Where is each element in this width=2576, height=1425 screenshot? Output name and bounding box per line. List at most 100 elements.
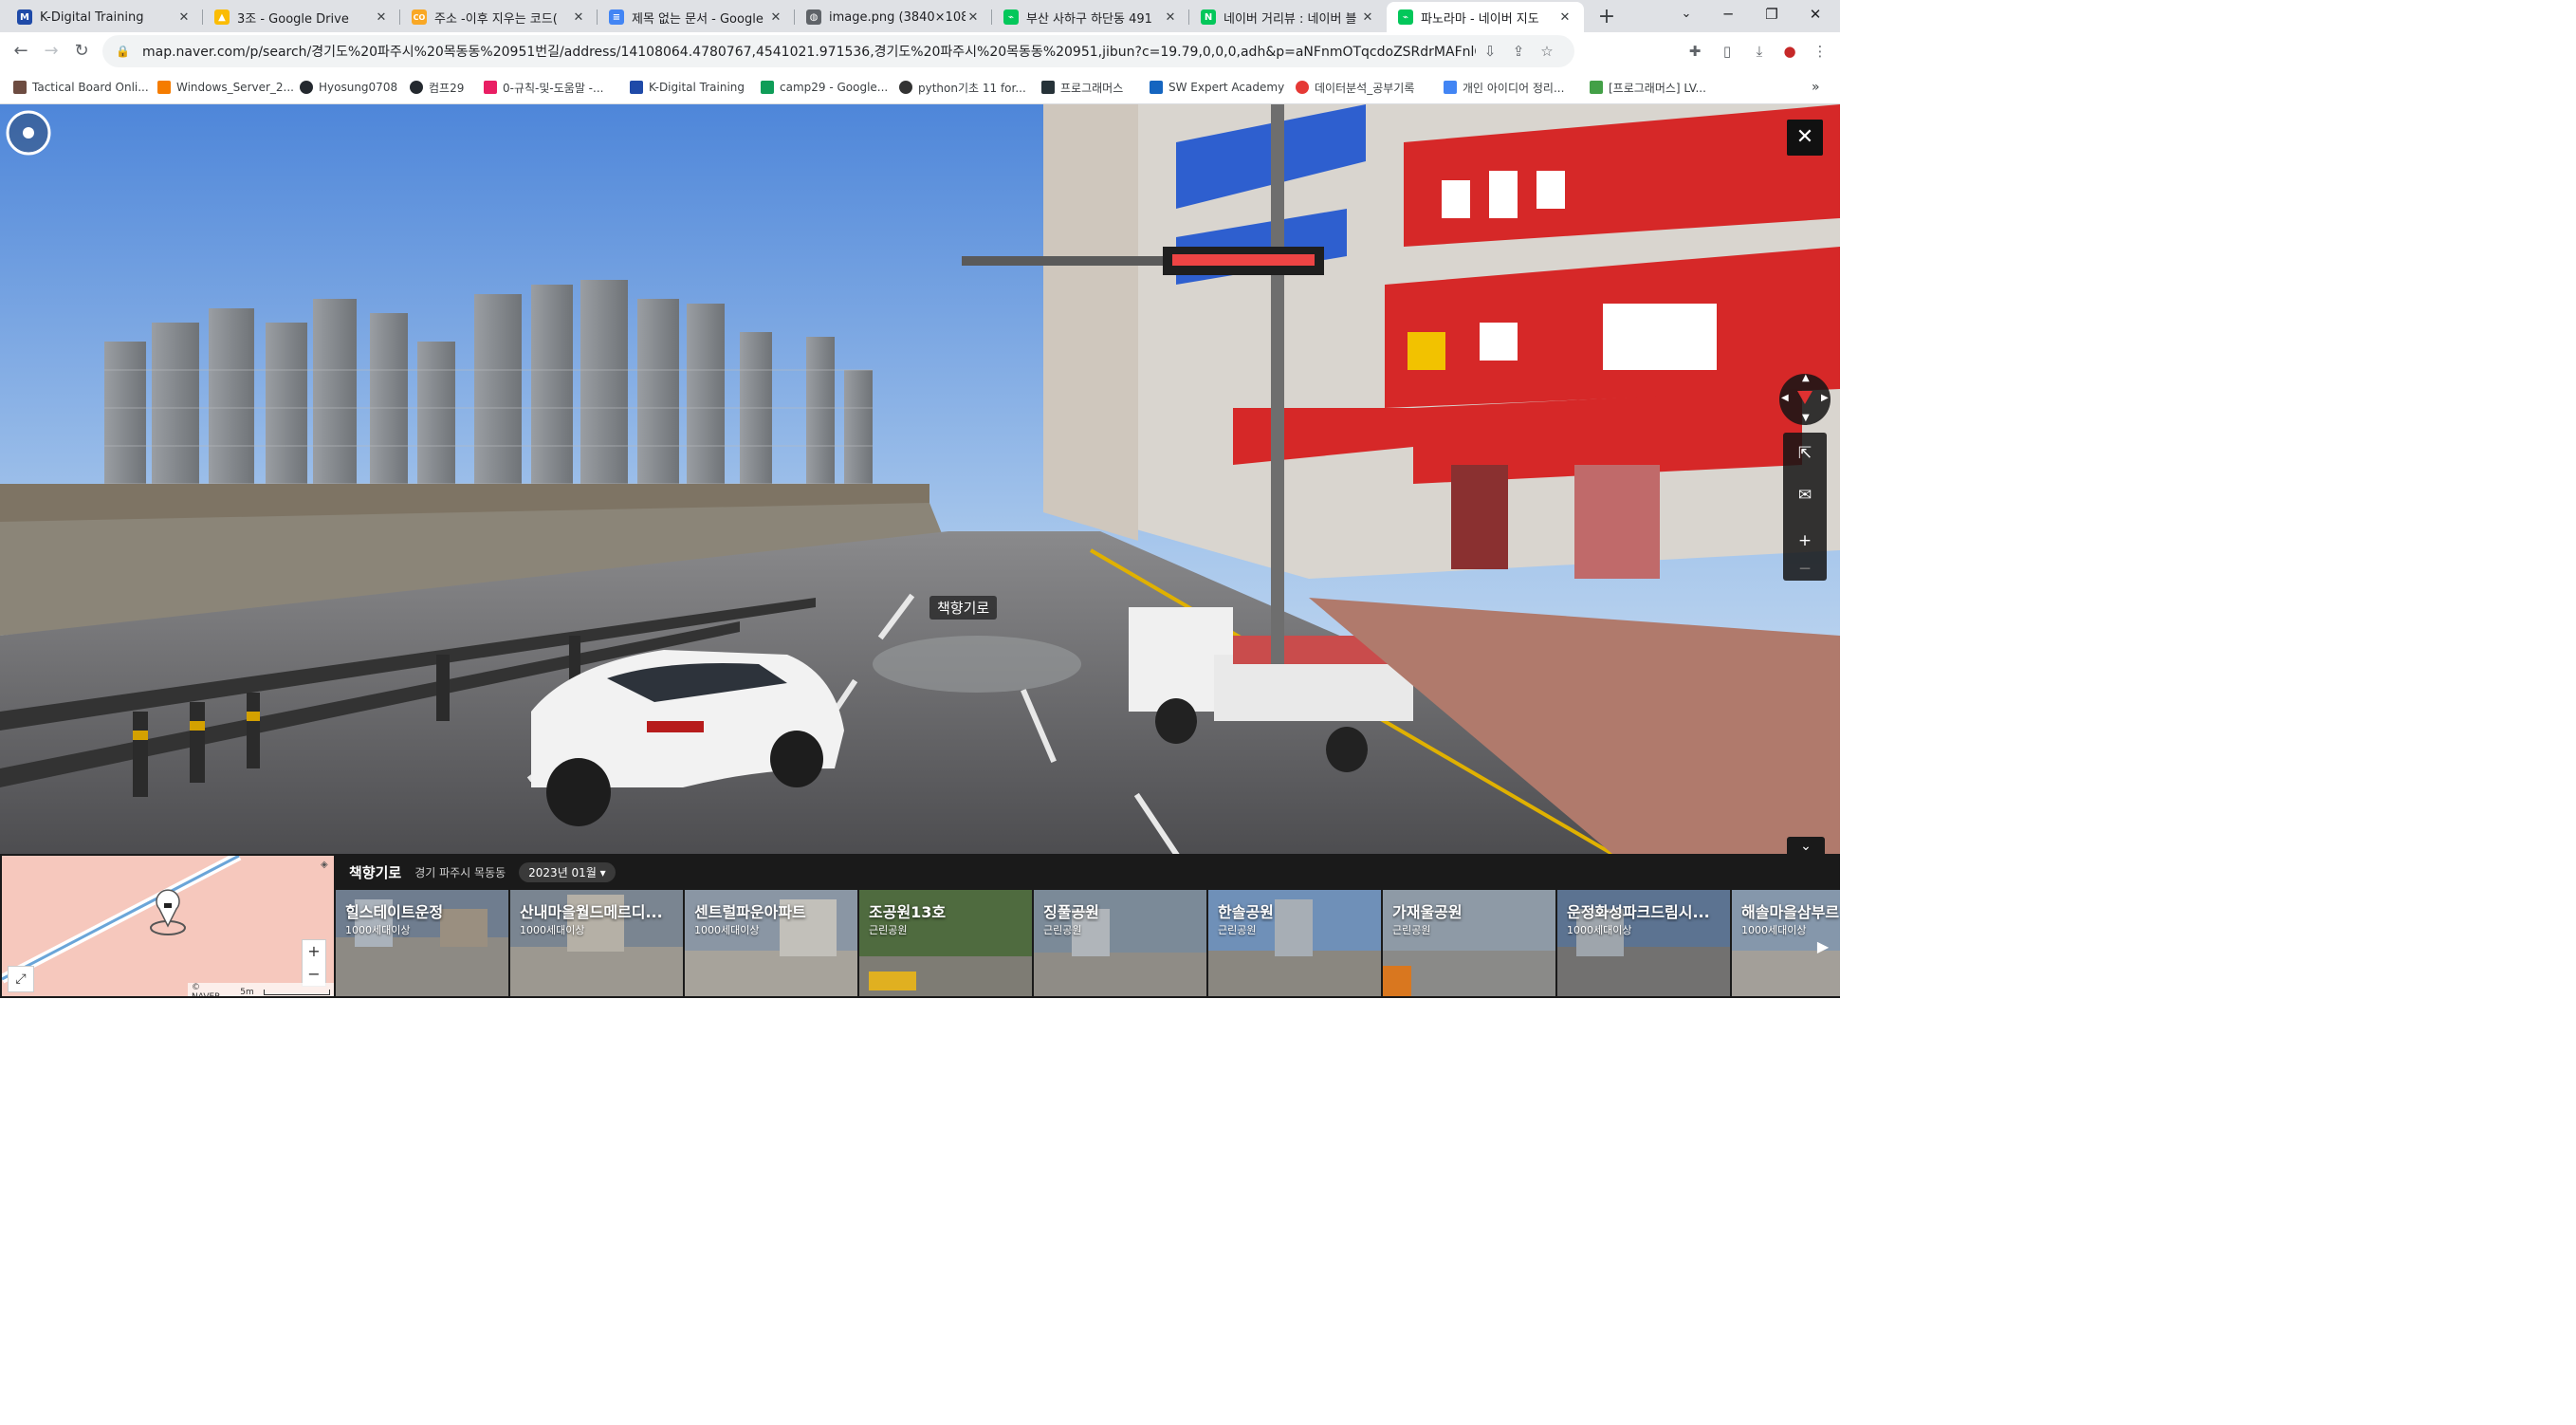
tab-favicon: M <box>17 9 32 25</box>
panorama-viewer[interactable]: ✕ ▲ ▼ ◀ ▶ ⇱ ✉ + ─ 책향기로 <box>0 104 1840 854</box>
share-icon[interactable]: ⇪ <box>1504 43 1533 60</box>
pan-down-icon[interactable]: ▼ <box>1802 413 1810 423</box>
bookmark-item[interactable]: 컴프29 <box>410 78 464 97</box>
side-panel-icon[interactable]: ▯ <box>1713 38 1741 65</box>
tab-title: 주소 -이후 지우는 코드( <box>434 11 558 27</box>
place-thumbnail[interactable]: 힐스테이트운정 1000세대이상 <box>336 890 508 996</box>
tab-colab-address[interactable]: CO 주소 -이후 지우는 코드( ✕ <box>400 2 598 32</box>
bookmark-item[interactable]: 데이터분석_공부기록 <box>1296 78 1414 97</box>
place-thumbnail[interactable]: 산내마을월드메르디... 1000세대이상 <box>510 890 683 996</box>
tab-close-icon[interactable]: ✕ <box>176 10 192 25</box>
minimize-button[interactable]: ─ <box>1707 0 1749 28</box>
restore-button[interactable]: ❐ <box>1751 0 1793 28</box>
downloads-icon[interactable]: ⤓ <box>1745 38 1774 65</box>
bookmark-item[interactable]: python기초 11 for... <box>899 78 1026 97</box>
bookmark-item[interactable]: Tactical Board Onli... <box>13 78 149 97</box>
tab-close-icon[interactable]: ✕ <box>374 10 389 25</box>
place-name: 가재울공원 <box>1392 903 1463 921</box>
close-panorama-button[interactable]: ✕ <box>1787 120 1823 156</box>
reload-button[interactable]: ↻ <box>68 38 95 65</box>
tab-close-icon[interactable]: ✕ <box>1360 10 1375 25</box>
bookmark-label: 개인 아이디어 정리... <box>1463 81 1565 95</box>
place-category: 1000세대이상 <box>694 924 760 936</box>
mini-map-scale-label: 5m <box>240 988 254 996</box>
place-name: 운정화성파크드림시... <box>1567 903 1710 921</box>
forward-button[interactable]: → <box>38 38 64 65</box>
bookmark-item[interactable]: 프로그래머스 <box>1041 78 1123 97</box>
place-category: 1000세대이상 <box>1741 924 1807 936</box>
place-thumbnail[interactable]: 센트럴파운아파트 1000세대이상 <box>685 890 857 996</box>
tab-close-icon[interactable]: ✕ <box>966 10 981 25</box>
extensions-icon[interactable]: ✚ <box>1681 38 1709 65</box>
lock-icon[interactable]: 🔒 <box>116 45 133 58</box>
new-tab-button[interactable]: + <box>1593 4 1620 30</box>
url-text[interactable]: map.naver.com/p/search/경기도%20파주시%20목동동%2… <box>142 42 1476 61</box>
place-thumbnail[interactable]: 가재울공원 근린공원 <box>1383 890 1555 996</box>
tab-search-icon[interactable]: ⌄ <box>1665 0 1707 28</box>
mini-map-zoom-control: + − <box>302 939 326 987</box>
compass-control[interactable]: ▲ ▼ ◀ ▶ <box>1779 373 1831 425</box>
tab-panorama-naver-map[interactable]: ⌁ 파노라마 - 네이버 지도 ✕ <box>1387 2 1584 32</box>
place-category: 1000세대이상 <box>1567 924 1632 936</box>
bookmark-item[interactable]: SW Expert Academy <box>1150 78 1284 97</box>
bookmark-star-icon[interactable]: ☆ <box>1533 43 1561 60</box>
place-thumbnail[interactable]: 한솔공원 근린공원 <box>1208 890 1381 996</box>
place-thumbnail[interactable]: 징풀공원 근린공원 <box>1034 890 1206 996</box>
mini-map-zoom-in-button[interactable]: + <box>303 940 325 963</box>
tab-favicon: ⌁ <box>1003 9 1019 25</box>
bookmark-label: Hyosung0708 <box>319 81 398 94</box>
tab-close-icon[interactable]: ✕ <box>571 10 586 25</box>
address-bar[interactable]: 🔒 map.naver.com/p/search/경기도%20파주시%20목동동… <box>102 35 1574 67</box>
bookmark-item[interactable]: 개인 아이디어 정리... <box>1444 78 1564 97</box>
strip-road-name: 책향기로 <box>349 863 402 881</box>
tab-naver-streetview-blog[interactable]: N 네이버 거리뷰 : 네이버 블 ✕ <box>1189 2 1387 32</box>
tab-k-digital-training[interactable]: M K-Digital Training ✕ <box>6 2 203 32</box>
profile-icon[interactable]: ● <box>1776 38 1804 65</box>
tab-title: 부산 사하구 하단동 491 <box>1026 11 1152 27</box>
tab-google-drive[interactable]: ▲ 3조 - Google Drive ✕ <box>203 2 400 32</box>
bookmark-label: K-Digital Training <box>649 81 745 94</box>
bookmark-label: [프로그래머스] LV... <box>1609 81 1706 95</box>
bookmark-item[interactable]: 0-규칙-및-도움말 -... <box>484 78 603 97</box>
location-marker-icon[interactable] <box>0 104 57 161</box>
bookmark-favicon <box>1296 81 1309 94</box>
bookmark-item[interactable]: K-Digital Training <box>630 78 745 97</box>
place-thumbnail[interactable]: 조공원13호 근린공원 <box>859 890 1032 996</box>
bookmark-item[interactable]: Windows_Server_2... <box>157 78 294 97</box>
report-icon[interactable]: ✉ <box>1783 474 1827 516</box>
pan-left-icon[interactable]: ◀ <box>1781 393 1789 403</box>
date-selector[interactable]: 2023년 01월 ▾ <box>519 861 616 882</box>
menu-icon[interactable]: ⋮ <box>1806 38 1834 65</box>
more-bookmarks-button[interactable]: » <box>1812 78 1820 97</box>
bookmark-item[interactable]: camp29 - Google... <box>761 78 888 97</box>
tab-favicon: ≡ <box>609 9 624 25</box>
pan-up-icon[interactable]: ▲ <box>1802 373 1810 383</box>
road-name-label[interactable]: 책향기로 <box>929 596 998 620</box>
tab-close-icon[interactable]: ✕ <box>1163 10 1178 25</box>
mini-map-handle-icon[interactable]: ◈ <box>321 860 328 870</box>
place-name: 산내마을월드메르디... <box>520 903 663 921</box>
bookmark-item[interactable]: [프로그래머스] LV... <box>1590 78 1706 97</box>
close-window-button[interactable]: ✕ <box>1794 0 1836 28</box>
bookmark-label: SW Expert Academy <box>1168 81 1285 94</box>
tab-title: K-Digital Training <box>40 9 144 25</box>
tab-image-png[interactable]: ◍ image.png (3840×1080) ✕ <box>795 2 992 32</box>
back-button[interactable]: ← <box>8 38 34 65</box>
share-icon[interactable]: ⇱ <box>1783 433 1827 474</box>
zoom-out-button[interactable]: ─ <box>1783 548 1827 590</box>
bookmark-label: 데이터분석_공부기록 <box>1315 81 1415 95</box>
mini-map[interactable]: ◈ + − ⤢ © NAVER 5m <box>2 856 334 996</box>
mini-map-scale-bar <box>263 990 330 995</box>
place-thumbnail[interactable]: 운정화성파크드림시... 1000세대이상 <box>1557 890 1730 996</box>
install-app-icon[interactable]: ⇩ <box>1476 43 1504 60</box>
tab-google-docs[interactable]: ≡ 제목 없는 문서 - Google ✕ <box>598 2 795 32</box>
tab-busan-map[interactable]: ⌁ 부산 사하구 하단동 491 ✕ <box>992 2 1189 32</box>
carousel-next-icon[interactable]: ▶ <box>1812 935 1834 958</box>
tab-close-icon[interactable]: ✕ <box>768 10 783 25</box>
collapse-strip-button[interactable]: ⌄ <box>1787 837 1825 856</box>
pan-right-icon[interactable]: ▶ <box>1821 393 1829 403</box>
mini-map-expand-icon[interactable]: ⤢ <box>8 966 34 992</box>
tab-close-icon[interactable]: ✕ <box>1557 10 1573 25</box>
bookmark-item[interactable]: Hyosung0708 <box>300 78 397 97</box>
bookmark-label: camp29 - Google... <box>780 81 889 94</box>
